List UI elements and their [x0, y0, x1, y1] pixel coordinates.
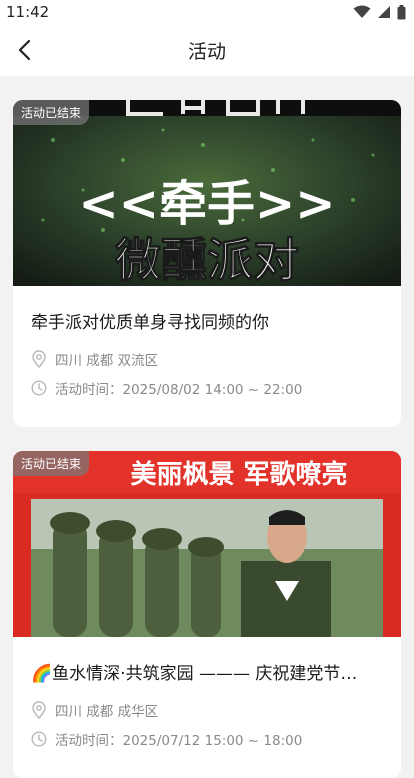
- event-title: 🌈鱼水情深·共筑家园 ——— 庆祝建党节…: [31, 664, 358, 684]
- nav-bar: 活动: [0, 24, 414, 76]
- military-cover-illustration: 美丽枫景 军歌嘹亮: [13, 451, 401, 637]
- signal-icon: [378, 6, 390, 18]
- event-location: 四川 成都 双流区: [31, 349, 383, 369]
- event-time: 活动时间：2025/07/12 15:00 ~ 18:00: [31, 729, 383, 749]
- wifi-icon: [353, 5, 371, 18]
- battery-icon: [397, 4, 406, 19]
- event-list: <<牵手>> 微醺派对 活动已结束 牵手派对优质单身寻找同频的你 四川 成都 双…: [0, 76, 414, 778]
- event-location-text: 四川 成都 双流区: [55, 353, 159, 369]
- party-cover-illustration: <<牵手>> 微醺派对: [13, 100, 401, 286]
- status-time: 11:42: [6, 3, 50, 21]
- back-button[interactable]: [8, 34, 40, 66]
- chevron-left-icon: [18, 39, 31, 61]
- event-card[interactable]: 美丽枫景 军歌嘹亮 活动已结束 🌈鱼水情深·共筑家园 ——— 庆祝建党节… 四川…: [13, 451, 401, 778]
- event-status-badge: 活动已结束: [13, 100, 90, 125]
- cover-banner-text: 美丽枫景 军歌嘹亮: [130, 459, 347, 490]
- status-bar: 11:42: [0, 0, 414, 24]
- event-time-text: 活动时间：2025/07/12 15:00 ~ 18:00: [55, 733, 303, 749]
- event-cover-image: <<牵手>> 微醺派对 活动已结束: [13, 100, 401, 286]
- event-card[interactable]: <<牵手>> 微醺派对 活动已结束 牵手派对优质单身寻找同频的你 四川 成都 双…: [13, 100, 401, 427]
- page-title: 活动: [187, 40, 226, 63]
- event-status-badge: 活动已结束: [13, 451, 90, 476]
- event-cover-image: 美丽枫景 军歌嘹亮 活动已结束: [13, 451, 401, 637]
- event-time-text: 活动时间：2025/08/02 14:00 ~ 22:00: [55, 382, 303, 398]
- event-location: 四川 成都 成华区: [31, 700, 383, 720]
- cover-title-top: <<牵手>>: [79, 176, 336, 232]
- clock-icon: [31, 731, 47, 747]
- event-title: 牵手派对优质单身寻找同频的你: [31, 313, 269, 333]
- event-time: 活动时间：2025/08/02 14:00 ~ 22:00: [31, 378, 383, 398]
- event-location-text: 四川 成都 成华区: [55, 704, 159, 720]
- clock-icon: [31, 380, 47, 396]
- location-pin-icon: [32, 350, 46, 368]
- cover-title-bottom: 微醺派对: [114, 233, 299, 286]
- status-icons: [353, 4, 406, 20]
- location-pin-icon: [32, 701, 46, 719]
